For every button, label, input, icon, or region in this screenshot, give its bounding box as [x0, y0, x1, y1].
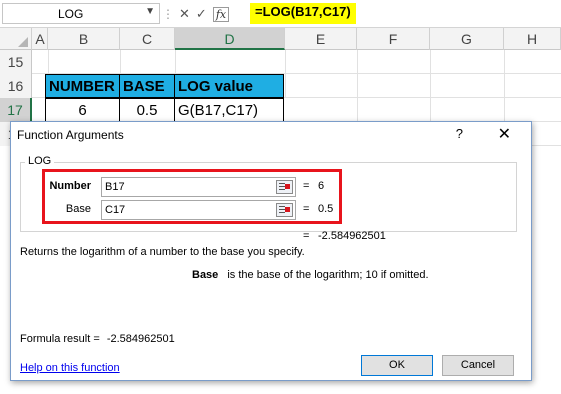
- header-number[interactable]: NUMBER: [45, 74, 120, 98]
- column-g[interactable]: G: [430, 28, 504, 50]
- column-e[interactable]: E: [285, 28, 357, 50]
- column-b[interactable]: B: [48, 28, 120, 50]
- formula-result: Formula result = -2.584962501: [20, 333, 175, 345]
- column-h[interactable]: H: [504, 28, 561, 50]
- function-icon[interactable]: fx: [212, 6, 230, 22]
- row-header-15[interactable]: 15: [0, 50, 32, 74]
- row-15: 15: [0, 50, 561, 74]
- formula-value-equals: =: [303, 230, 310, 242]
- cancel-button[interactable]: Cancel: [442, 355, 514, 376]
- ok-button[interactable]: OK: [361, 355, 433, 376]
- argument-description-text: is the base of the logarithm; 10 if omit…: [227, 269, 429, 281]
- name-box[interactable]: LOG ▼: [2, 3, 160, 24]
- function-arguments-dialog: Function Arguments ? ✕ LOG Number B17 = …: [10, 121, 532, 381]
- dialog-title: Function Arguments: [17, 128, 124, 142]
- close-icon[interactable]: ✕: [498, 124, 511, 144]
- argument-name: Base: [192, 269, 219, 281]
- formula-result-value: -2.584962501: [106, 333, 175, 345]
- formula-bar: LOG ▼ ⋮ ✕ ✓ fx =LOG(B17,C17): [0, 0, 561, 28]
- help-icon[interactable]: ?: [456, 126, 463, 141]
- highlight-box: [42, 169, 342, 224]
- row-header-17[interactable]: 17: [0, 98, 32, 122]
- cell-d17-editing[interactable]: G(B17,C17): [174, 98, 284, 122]
- column-d[interactable]: D: [175, 28, 285, 50]
- cancel-icon[interactable]: ✕: [179, 6, 190, 22]
- column-c[interactable]: C: [120, 28, 175, 50]
- function-name-label: LOG: [25, 155, 55, 167]
- more-icon: ⋮: [162, 7, 174, 21]
- column-a[interactable]: A: [33, 28, 48, 50]
- row-17: 17 6 0.5 G(B17,C17): [0, 98, 561, 122]
- cell-b17[interactable]: 6: [45, 98, 120, 122]
- cell-c17[interactable]: 0.5: [119, 98, 175, 122]
- column-f[interactable]: F: [357, 28, 430, 50]
- name-box-value: LOG: [58, 7, 84, 21]
- select-all-corner[interactable]: [0, 28, 32, 50]
- argument-description: Base is the base of the logarithm; 10 if…: [192, 269, 429, 281]
- column-header-bar: A B C D E F G H: [0, 28, 561, 50]
- formula-value: -2.584962501: [318, 230, 386, 242]
- help-link[interactable]: Help on this function: [20, 362, 120, 374]
- enter-icon[interactable]: ✓: [196, 6, 207, 22]
- dropdown-icon[interactable]: ▼: [145, 6, 155, 17]
- row-16: 16 NUMBER BASE LOG value: [0, 74, 561, 98]
- formula-result-label: Formula result =: [20, 333, 100, 345]
- row-header-16[interactable]: 16: [0, 74, 32, 98]
- function-description: Returns the logarithm of a number to the…: [20, 246, 305, 258]
- formula-input[interactable]: =LOG(B17,C17): [250, 3, 356, 24]
- header-base[interactable]: BASE: [119, 74, 175, 98]
- header-log-value[interactable]: LOG value: [174, 74, 284, 98]
